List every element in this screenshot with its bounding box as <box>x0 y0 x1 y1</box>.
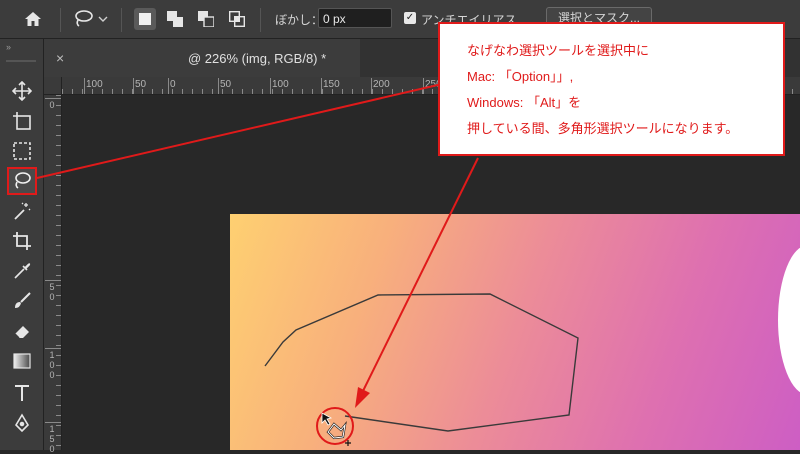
annotation-arrow-line <box>361 157 479 394</box>
callout-line-1: なげなわ選択ツールを選択中に <box>467 43 650 58</box>
callout-line-3: Windows: 「Alt」を <box>467 95 582 110</box>
annotation-callout: なげなわ選択ツールを選択中に Mac: 「Option」」, Windows: … <box>438 22 785 156</box>
callout-line-2: Mac: 「Option」」, <box>467 69 574 84</box>
annotation-line-to-tool <box>36 83 443 179</box>
lasso-selection-path <box>264 293 579 432</box>
annotation-arrow-head <box>355 387 370 408</box>
callout-line-4: 押している間、多角形選択ツールになります。 <box>467 121 739 136</box>
